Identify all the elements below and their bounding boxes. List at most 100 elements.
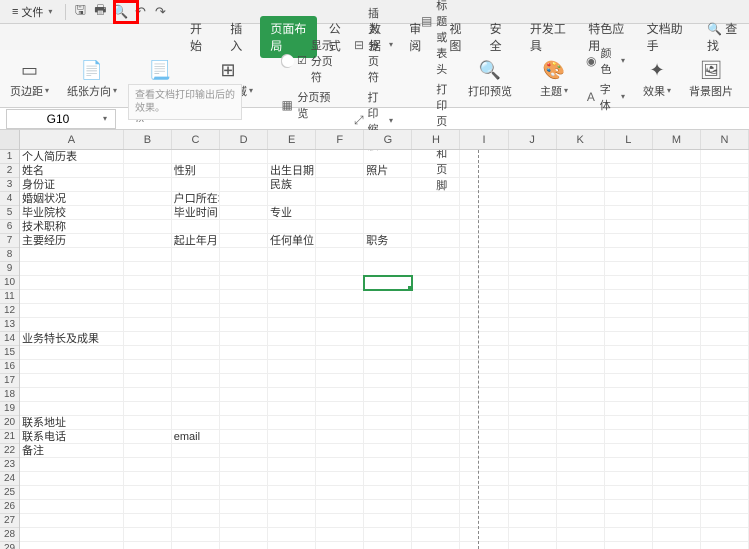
row-header-20[interactable]: 20: [0, 416, 19, 430]
cell-B15[interactable]: [124, 346, 172, 360]
cell-L10[interactable]: [605, 276, 653, 290]
cell-C8[interactable]: [172, 248, 220, 262]
cell-I17[interactable]: [460, 374, 508, 388]
cell-N15[interactable]: [701, 346, 749, 360]
cell-M29[interactable]: [653, 542, 701, 549]
cell-F26[interactable]: [316, 500, 364, 514]
cell-L5[interactable]: [605, 206, 653, 220]
cell-K13[interactable]: [557, 318, 605, 332]
cell-K17[interactable]: [557, 374, 605, 388]
cell-F16[interactable]: [316, 360, 364, 374]
cell-M22[interactable]: [653, 444, 701, 458]
cell-L24[interactable]: [605, 472, 653, 486]
cell-D8[interactable]: [220, 248, 268, 262]
cell-A24[interactable]: [20, 472, 124, 486]
cell-I22[interactable]: [460, 444, 508, 458]
cell-F14[interactable]: [316, 332, 364, 346]
cell-N1[interactable]: [701, 150, 749, 164]
cell-N27[interactable]: [701, 514, 749, 528]
row-header-14[interactable]: 14: [0, 332, 19, 346]
margins-button[interactable]: ▭ 页边距▾: [6, 57, 53, 101]
cell-L7[interactable]: [605, 234, 653, 248]
cell-L2[interactable]: [605, 164, 653, 178]
cell-F27[interactable]: [316, 514, 364, 528]
cell-B22[interactable]: [124, 444, 172, 458]
cell-N3[interactable]: [701, 178, 749, 192]
cell-L23[interactable]: [605, 458, 653, 472]
cell-N7[interactable]: [701, 234, 749, 248]
cell-K14[interactable]: [557, 332, 605, 346]
cell-B17[interactable]: [124, 374, 172, 388]
cell-L29[interactable]: [605, 542, 653, 549]
cell-N22[interactable]: [701, 444, 749, 458]
cell-M15[interactable]: [653, 346, 701, 360]
cell-M16[interactable]: [653, 360, 701, 374]
cell-A21[interactable]: 联系电话: [20, 430, 124, 444]
cell-C2[interactable]: 性别: [172, 164, 220, 178]
cell-E25[interactable]: [268, 486, 316, 500]
cell-D6[interactable]: [220, 220, 268, 234]
cell-C6[interactable]: [172, 220, 220, 234]
cell-H24[interactable]: [412, 472, 460, 486]
cell-G8[interactable]: [364, 248, 412, 262]
cell-M7[interactable]: [653, 234, 701, 248]
cell-B24[interactable]: [124, 472, 172, 486]
cell-M20[interactable]: [653, 416, 701, 430]
row-header-3[interactable]: 3: [0, 178, 19, 192]
cell-I5[interactable]: [460, 206, 508, 220]
cell-E2[interactable]: 出生日期: [268, 164, 316, 178]
select-all-corner[interactable]: [0, 130, 19, 150]
cell-F24[interactable]: [316, 472, 364, 486]
cell-H21[interactable]: [412, 430, 460, 444]
cell-E6[interactable]: [268, 220, 316, 234]
column-header-M[interactable]: M: [653, 130, 701, 149]
tab-developer[interactable]: 开发工具: [520, 16, 576, 58]
cell-G19[interactable]: [364, 402, 412, 416]
cell-D3[interactable]: [220, 178, 268, 192]
cell-K20[interactable]: [557, 416, 605, 430]
cell-M14[interactable]: [653, 332, 701, 346]
cell-L19[interactable]: [605, 402, 653, 416]
cell-D22[interactable]: [220, 444, 268, 458]
row-header-13[interactable]: 13: [0, 318, 19, 332]
cell-C19[interactable]: [172, 402, 220, 416]
cell-D5[interactable]: [220, 206, 268, 220]
cell-G28[interactable]: [364, 528, 412, 542]
cell-H9[interactable]: [412, 262, 460, 276]
undo-icon[interactable]: ↶: [131, 3, 149, 21]
cell-H4[interactable]: [412, 192, 460, 206]
cell-M17[interactable]: [653, 374, 701, 388]
cell-C24[interactable]: [172, 472, 220, 486]
cell-M3[interactable]: [653, 178, 701, 192]
cell-B14[interactable]: [124, 332, 172, 346]
cell-B11[interactable]: [124, 290, 172, 304]
cell-E9[interactable]: [268, 262, 316, 276]
cell-G6[interactable]: [364, 220, 412, 234]
cell-A22[interactable]: 备注: [20, 444, 124, 458]
cell-K12[interactable]: [557, 304, 605, 318]
cell-J18[interactable]: [509, 388, 557, 402]
cell-H20[interactable]: [412, 416, 460, 430]
cell-G17[interactable]: [364, 374, 412, 388]
cell-H14[interactable]: [412, 332, 460, 346]
cell-J29[interactable]: [509, 542, 557, 549]
cell-M9[interactable]: [653, 262, 701, 276]
cell-J26[interactable]: [509, 500, 557, 514]
row-header-1[interactable]: 1: [0, 150, 19, 164]
row-header-24[interactable]: 24: [0, 472, 19, 486]
cell-E21[interactable]: [268, 430, 316, 444]
cell-J15[interactable]: [509, 346, 557, 360]
cell-A15[interactable]: [20, 346, 124, 360]
cell-J6[interactable]: [509, 220, 557, 234]
cell-L9[interactable]: [605, 262, 653, 276]
cell-J27[interactable]: [509, 514, 557, 528]
cell-J14[interactable]: [509, 332, 557, 346]
cell-A16[interactable]: [20, 360, 124, 374]
cell-A29[interactable]: [20, 542, 124, 549]
cell-H8[interactable]: [412, 248, 460, 262]
cell-K11[interactable]: [557, 290, 605, 304]
cell-K19[interactable]: [557, 402, 605, 416]
cell-B5[interactable]: [124, 206, 172, 220]
cell-H17[interactable]: [412, 374, 460, 388]
cell-N6[interactable]: [701, 220, 749, 234]
